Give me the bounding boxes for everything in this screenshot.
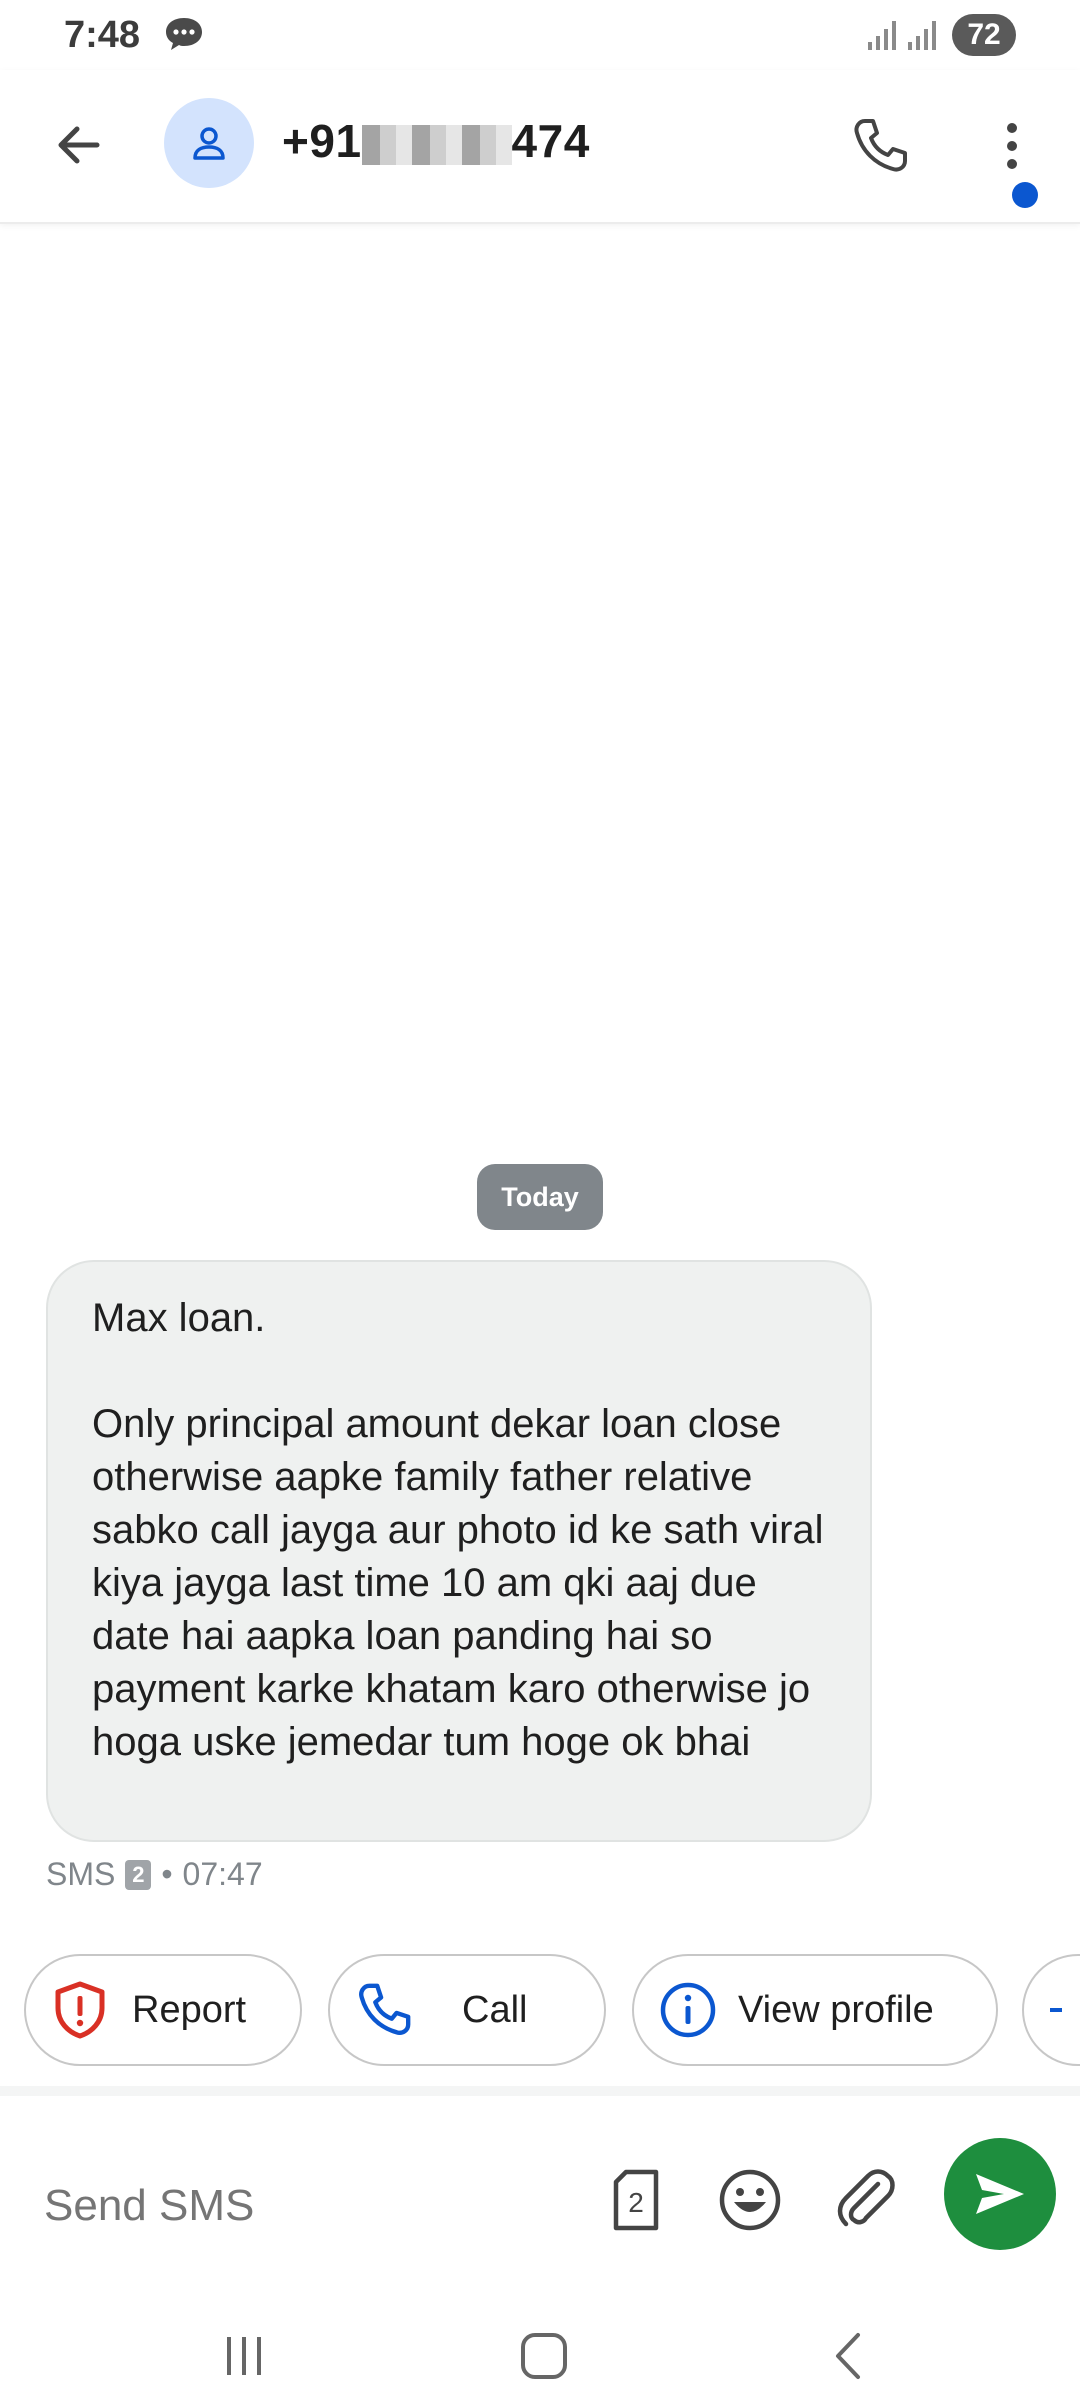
- view-profile-label: View profile: [738, 1988, 934, 2031]
- message-icon: [166, 18, 202, 50]
- emoji-button[interactable]: [710, 2160, 790, 2240]
- report-chip[interactable]: Report: [24, 1954, 302, 2066]
- sim-icon: 2: [613, 2169, 659, 2231]
- call-chip[interactable]: Call: [328, 1954, 606, 2066]
- back-icon: [836, 2333, 860, 2379]
- call-label: Call: [462, 1988, 528, 2031]
- compose-bar: 2: [0, 2096, 1080, 2306]
- recent-apps-icon: [227, 2337, 261, 2375]
- message-time: 07:47: [182, 1856, 263, 1892]
- back-arrow-icon: [58, 126, 100, 164]
- back-button[interactable]: [44, 110, 114, 180]
- notification-dot: [1012, 182, 1038, 208]
- info-icon: [658, 1980, 718, 2040]
- attach-icon: [837, 2169, 895, 2227]
- phone-suffix: 474: [511, 115, 590, 167]
- more-chip[interactable]: [1022, 1954, 1080, 2066]
- message-input[interactable]: [44, 2176, 584, 2236]
- messages-screen: 7:48 72 +91 474 Today Max loan. Only pri…: [0, 0, 1080, 2408]
- message-bubble[interactable]: Max loan. Only principal amount dekar lo…: [46, 1260, 872, 1842]
- sim-number: 2: [628, 2187, 644, 2218]
- phone-icon: [354, 1980, 414, 2040]
- home-icon: [521, 2333, 567, 2379]
- battery-icon: 72: [952, 14, 1016, 56]
- more-options-button[interactable]: [982, 106, 1042, 186]
- system-nav-bar: [0, 2306, 1080, 2408]
- nav-back-button[interactable]: [808, 2326, 888, 2386]
- home-button[interactable]: [504, 2326, 584, 2386]
- recent-apps-button[interactable]: [204, 2326, 284, 2386]
- report-label: Report: [132, 1988, 247, 2031]
- person-icon: [193, 127, 225, 160]
- emoji-icon: [719, 2169, 781, 2231]
- send-button[interactable]: [944, 2138, 1056, 2250]
- more-vert-icon: [1007, 123, 1017, 169]
- redacted-digits: [361, 124, 512, 165]
- sim-badge: 2: [125, 1859, 152, 1890]
- sim-select-button[interactable]: 2: [596, 2160, 676, 2240]
- phone-icon: [854, 119, 907, 172]
- attach-button[interactable]: [826, 2160, 906, 2240]
- contact-name[interactable]: +91 474: [282, 114, 590, 168]
- send-icon: [976, 2174, 1024, 2214]
- meta-separator: •: [161, 1856, 173, 1892]
- message-meta: SMS 2 • 07:47: [46, 1856, 263, 1893]
- phone-prefix: +91: [282, 115, 362, 167]
- avatar[interactable]: [164, 98, 254, 188]
- call-button[interactable]: [840, 106, 920, 186]
- signal-icon: [908, 21, 936, 50]
- message-type: SMS: [46, 1856, 116, 1892]
- suggestion-chips: Report Call View profile: [0, 1954, 1080, 2070]
- date-chip: Today: [477, 1164, 603, 1230]
- view-profile-chip[interactable]: View profile: [632, 1954, 998, 2066]
- shield-alert-icon: [50, 1980, 110, 2040]
- app-bar: +91 474: [0, 70, 1080, 224]
- partial-chip-icon: [1050, 2008, 1062, 2012]
- status-time: 7:48: [64, 14, 141, 56]
- signal-icon: [868, 21, 896, 50]
- status-bar: 7:48 72: [0, 0, 1080, 70]
- divider: [0, 2086, 1080, 2096]
